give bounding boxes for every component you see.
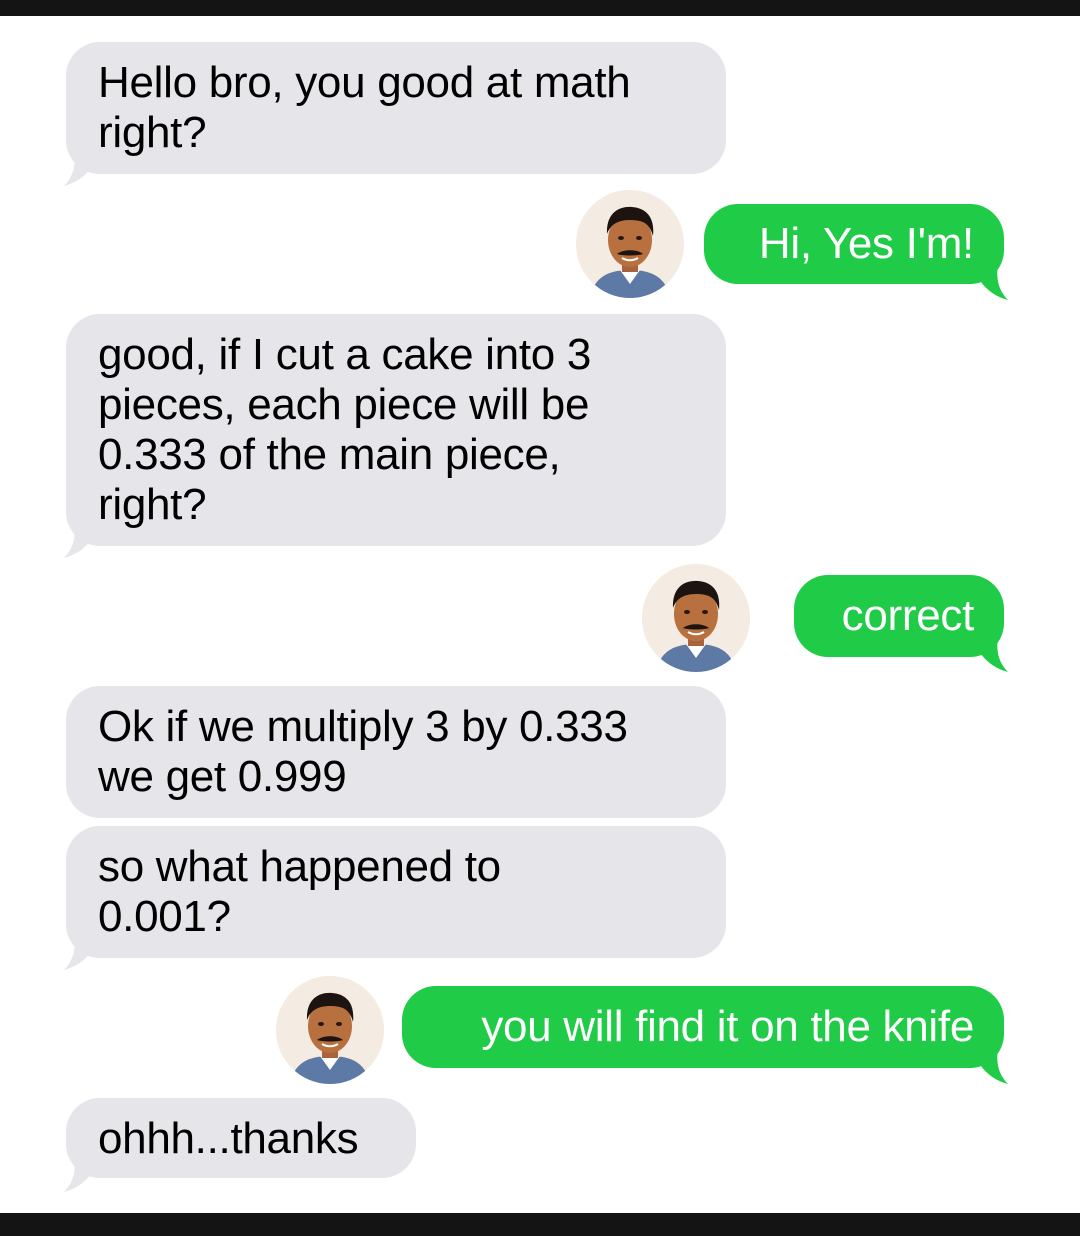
incoming-message-bubble: Ok if we multiply 3 by 0.333 we get 0.99… xyxy=(66,686,726,818)
incoming-message-bubble: good, if I cut a cake into 3 pieces, eac… xyxy=(66,314,726,546)
message-text: good, if I cut a cake into 3 pieces, eac… xyxy=(98,330,592,529)
message-text: Hi, Yes I'm! xyxy=(758,219,974,268)
bubble-tail xyxy=(64,150,100,186)
message-text: you will find it on the knife xyxy=(481,1002,974,1051)
message-text: ohhh...thanks xyxy=(98,1114,359,1163)
incoming-message-bubble: so what happened to 0.001? xyxy=(66,826,726,958)
bubble-tail xyxy=(64,1156,100,1192)
outgoing-message-bubble: you will find it on the knife xyxy=(402,986,1004,1068)
bubble-tail xyxy=(64,934,100,970)
incoming-message-bubble: Hello bro, you good at math right? xyxy=(66,42,726,174)
man-avatar xyxy=(642,564,750,672)
message-text: Ok if we multiply 3 by 0.333 we get 0.99… xyxy=(98,702,628,801)
incoming-message-bubble: ohhh...thanks xyxy=(66,1098,416,1178)
bubble-tail xyxy=(972,636,1008,672)
bubble-tail xyxy=(972,264,1008,300)
top-bar xyxy=(0,0,1080,16)
message-text: correct xyxy=(841,591,975,640)
man-avatar xyxy=(276,976,384,1084)
bubble-tail xyxy=(64,522,100,558)
message-text: so what happened to 0.001? xyxy=(98,842,501,941)
bottom-bar xyxy=(0,1213,1080,1236)
bubble-tail xyxy=(972,1048,1008,1084)
message-text: Hello bro, you good at math right? xyxy=(98,58,631,157)
man-avatar xyxy=(576,190,684,298)
outgoing-message-bubble: Hi, Yes I'm! xyxy=(704,204,1004,284)
